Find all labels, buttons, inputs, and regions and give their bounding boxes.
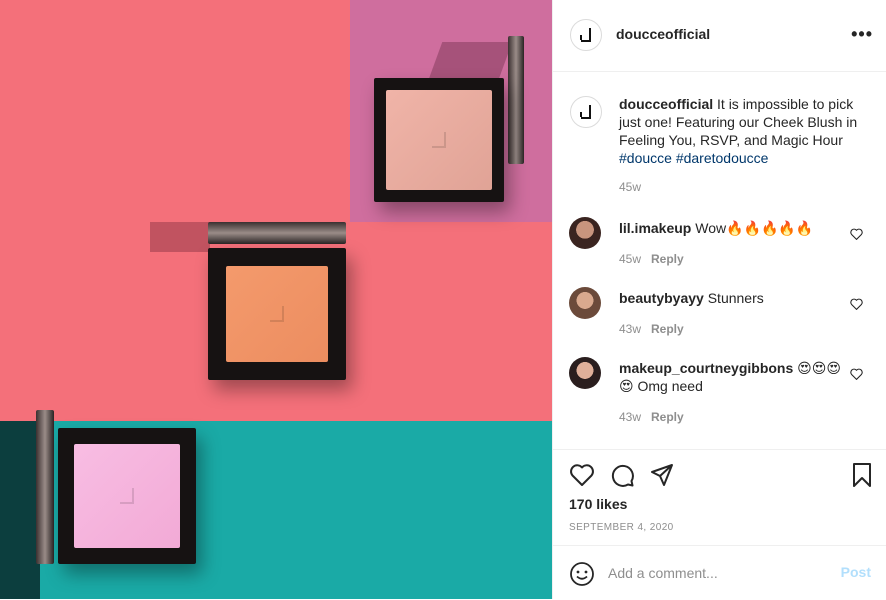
reply-button[interactable]: Reply	[651, 252, 684, 266]
caption-username[interactable]: doucceofficial	[619, 96, 713, 112]
caption-avatar[interactable]	[570, 96, 602, 128]
post-photo[interactable]	[0, 0, 552, 599]
comment-avatar[interactable]	[569, 287, 601, 319]
likes-count[interactable]: 170 likes	[569, 496, 627, 512]
share-paper-plane-icon[interactable]	[649, 462, 675, 488]
comment-meta: 43w Reply	[619, 408, 684, 424]
header-username[interactable]: doucceofficial	[616, 26, 710, 42]
brand-mark-icon	[120, 488, 134, 504]
compact-shadow	[427, 42, 513, 82]
comment-input[interactable]	[608, 562, 828, 584]
add-comment-bar: Post	[553, 545, 886, 600]
like-comment-heart-icon[interactable]	[850, 368, 863, 380]
comment-meta: 43w Reply	[619, 320, 684, 336]
save-bookmark-icon[interactable]	[849, 462, 875, 488]
comment-text: Wow🔥🔥🔥🔥🔥	[691, 220, 814, 236]
emoji-icon[interactable]	[569, 561, 595, 587]
photo-bg-shadow	[0, 421, 40, 599]
more-options-icon[interactable]: •••	[851, 24, 873, 45]
like-heart-icon[interactable]	[569, 462, 595, 488]
comment-timestamp: 43w	[619, 322, 642, 336]
reply-button[interactable]: Reply	[651, 322, 684, 336]
post-comment-button[interactable]: Post	[841, 564, 871, 580]
comment-timestamp: 43w	[619, 410, 642, 424]
like-comment-heart-icon[interactable]	[850, 228, 863, 240]
comment-text: Stunners	[703, 290, 764, 306]
hashtag-link[interactable]: #daretodoucce	[676, 150, 769, 166]
comment-bubble-icon[interactable]	[609, 462, 635, 488]
comment-body: makeup_courtneygibbons 😍😍😍😍 Omg need	[619, 359, 844, 395]
brand-logo-icon	[580, 28, 591, 42]
comment-username[interactable]: lil.imakeup	[619, 220, 691, 236]
blush-compact-rsvp	[208, 248, 346, 380]
compact-lid	[208, 222, 346, 244]
blush-compact-feeling-you	[58, 428, 196, 564]
post-date: SEPTEMBER 4, 2020	[569, 522, 674, 533]
post-actions: 170 likes SEPTEMBER 4, 2020 Post	[553, 449, 886, 599]
caption-timestamp: 45w	[619, 180, 642, 194]
post-side-panel: doucceofficial ••• doucceofficial It is …	[552, 0, 886, 599]
hashtag-link[interactable]: #doucce	[619, 150, 672, 166]
compact-lid	[508, 36, 524, 164]
brand-logo-icon	[580, 105, 591, 119]
blush-compact-magic-hour	[374, 78, 504, 202]
like-comment-heart-icon[interactable]	[850, 298, 863, 310]
comments-section: doucceofficial It is impossible to pick …	[553, 73, 886, 448]
comment-meta: 45w Reply	[619, 250, 684, 266]
brand-mark-icon	[270, 306, 284, 322]
blush-pan	[74, 444, 180, 548]
comment-avatar[interactable]	[569, 357, 601, 389]
comment-username[interactable]: makeup_courtneygibbons	[619, 360, 793, 376]
blush-pan	[226, 266, 328, 362]
comment-timestamp: 45w	[619, 252, 642, 266]
avatar[interactable]	[570, 19, 602, 51]
compact-shadow	[150, 222, 210, 252]
caption: doucceofficial It is impossible to pick …	[619, 95, 869, 167]
instagram-post: doucceofficial ••• doucceofficial It is …	[0, 0, 886, 599]
post-header: doucceofficial •••	[553, 0, 886, 72]
comment-avatar[interactable]	[569, 217, 601, 249]
comment-body: lil.imakeup Wow🔥🔥🔥🔥🔥	[619, 219, 844, 237]
brand-mark-icon	[432, 132, 446, 148]
blush-pan	[386, 90, 492, 190]
comment-username[interactable]: beautybyayy	[619, 290, 704, 306]
comment-body: beautybyayy Stunners	[619, 289, 844, 307]
reply-button[interactable]: Reply	[651, 410, 684, 424]
compact-lid	[36, 410, 54, 564]
